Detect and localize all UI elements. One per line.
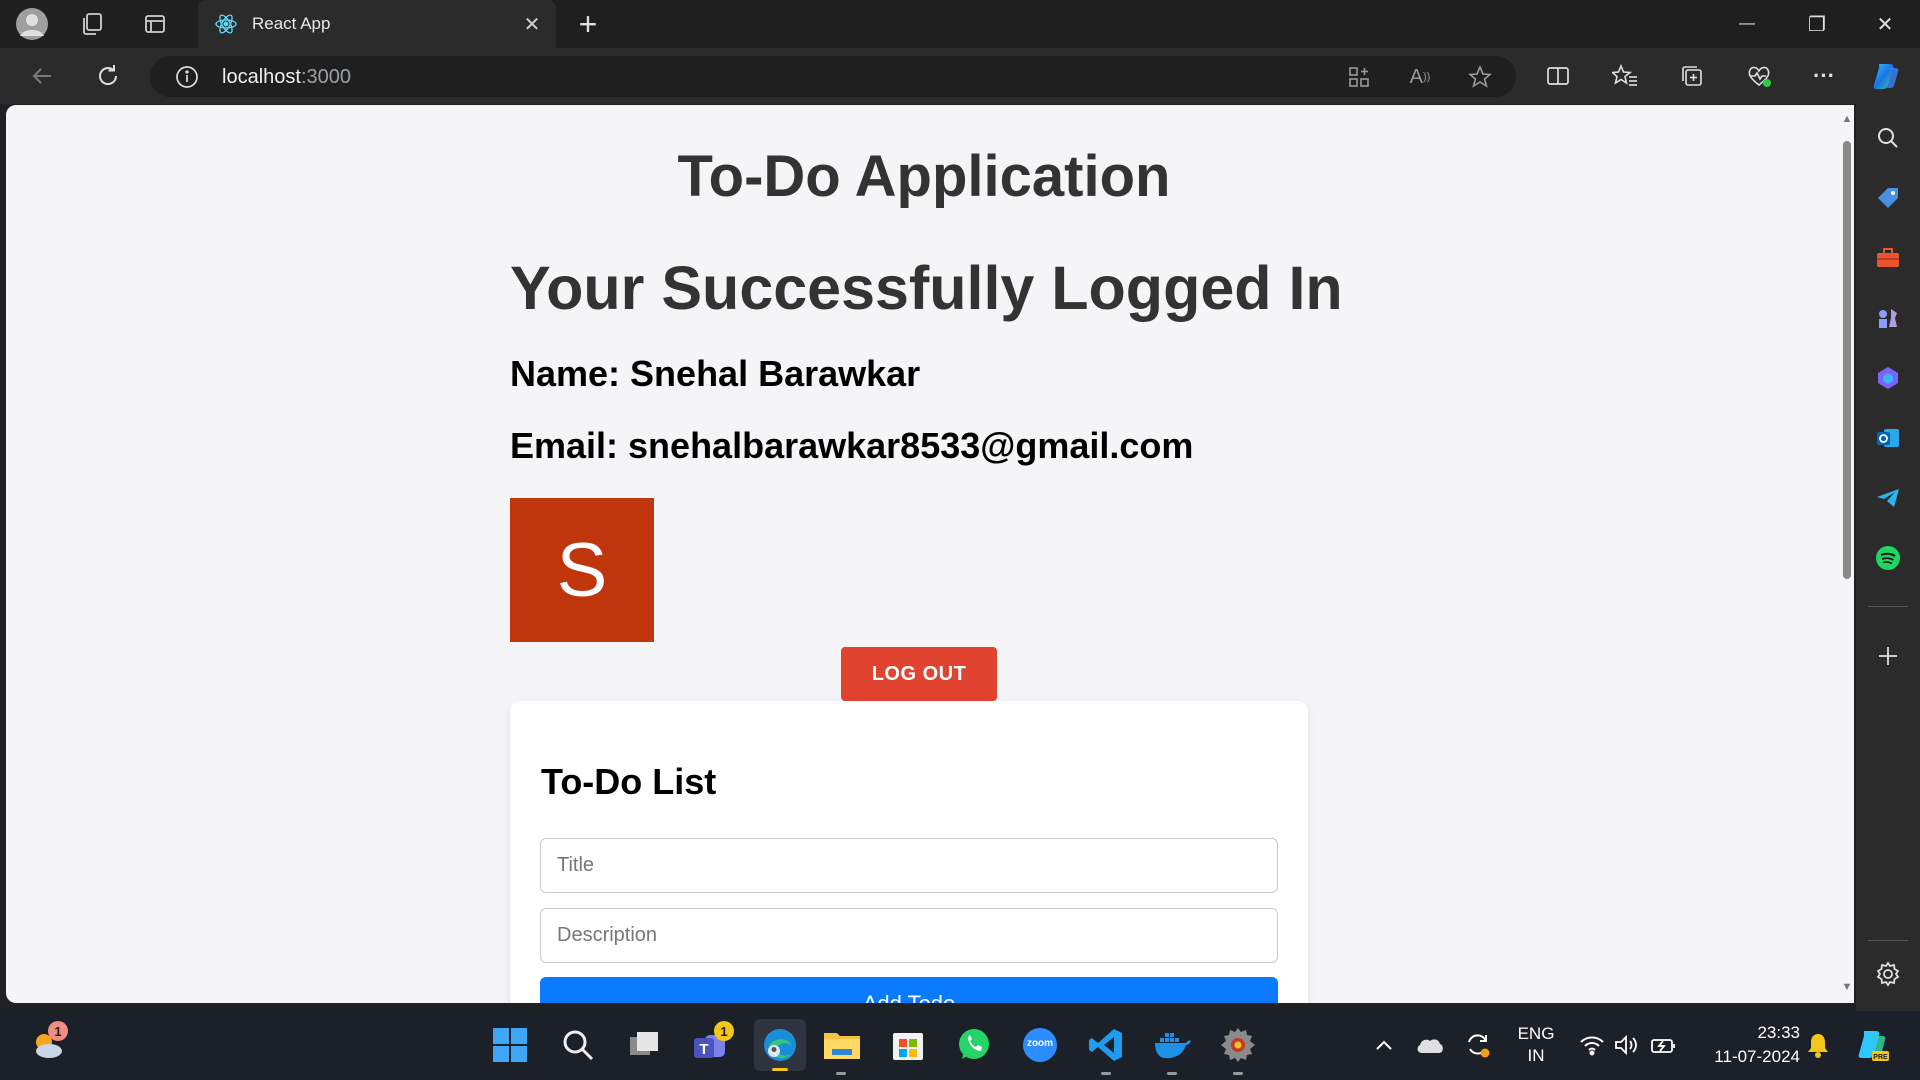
shopping-tag-icon[interactable] bbox=[1872, 182, 1904, 214]
clock-date: 11-07-2024 bbox=[1714, 1047, 1800, 1066]
vscode-indicator bbox=[1101, 1072, 1111, 1075]
sidebar-divider bbox=[1868, 606, 1908, 607]
weather-widget-icon[interactable]: 1 bbox=[26, 1021, 70, 1067]
windows-start-icon[interactable] bbox=[488, 1023, 532, 1067]
zoom-label: zoom bbox=[1026, 1038, 1054, 1049]
windows-taskbar: 1 T 1 zoom ENG IN 23:33 11-07-2024 PRE bbox=[0, 1011, 1920, 1080]
settings-gear-app-icon[interactable] bbox=[1216, 1023, 1260, 1075]
settings-app-indicator bbox=[1233, 1072, 1243, 1075]
browser-nav-bar: localhost:3000 A)) ··· bbox=[0, 48, 1920, 104]
teams-icon[interactable]: T 1 bbox=[688, 1021, 734, 1067]
workspaces-icon[interactable] bbox=[74, 6, 110, 42]
page-scrollbar[interactable]: ▲ ▼ bbox=[1840, 105, 1854, 1003]
page-viewport: To-Do Application Your Successfully Logg… bbox=[6, 105, 1854, 1003]
scroll-down-arrow-icon[interactable]: ▼ bbox=[1841, 981, 1853, 993]
copilot-icon[interactable] bbox=[1868, 58, 1904, 94]
docker-icon[interactable] bbox=[1150, 1023, 1194, 1075]
active-app-indicator bbox=[772, 1068, 788, 1071]
task-view-icon[interactable] bbox=[622, 1023, 666, 1067]
back-arrow-icon[interactable] bbox=[24, 58, 60, 94]
games-chess-icon[interactable] bbox=[1872, 302, 1904, 334]
sync-status-icon[interactable] bbox=[1456, 1023, 1500, 1067]
taskbar-search-icon[interactable] bbox=[556, 1023, 600, 1067]
scroll-thumb[interactable] bbox=[1843, 141, 1851, 579]
url-text[interactable]: localhost:3000 bbox=[222, 66, 351, 89]
todo-title-input[interactable] bbox=[540, 838, 1278, 893]
clock[interactable]: 23:33 11-07-2024 bbox=[1694, 1021, 1800, 1069]
new-tab-icon[interactable]: + bbox=[570, 6, 606, 42]
restore-icon[interactable]: ❐ bbox=[1782, 0, 1852, 48]
language-region: IN bbox=[1527, 1046, 1545, 1065]
active-tab[interactable]: React App ✕ bbox=[198, 0, 556, 48]
language-indicator[interactable]: ENG IN bbox=[1506, 1023, 1566, 1067]
teams-badge: 1 bbox=[714, 1021, 734, 1041]
weather-badge: 1 bbox=[48, 1021, 68, 1041]
tab-title: React App bbox=[252, 14, 331, 33]
telegram-send-icon[interactable] bbox=[1872, 482, 1904, 514]
svg-text:T: T bbox=[699, 1041, 708, 1058]
sidebar-settings-gear-icon[interactable] bbox=[1872, 958, 1904, 990]
split-screen-icon[interactable] bbox=[1540, 58, 1576, 94]
browser-essentials-icon[interactable] bbox=[1741, 58, 1777, 94]
sidebar-divider-bottom bbox=[1868, 940, 1908, 941]
app-title: To-Do Application bbox=[677, 144, 1171, 209]
read-aloud-icon[interactable]: A)) bbox=[1403, 60, 1437, 94]
collections-icon[interactable] bbox=[1674, 58, 1710, 94]
todo-card: To-Do List Add Todo bbox=[510, 701, 1308, 1003]
app-available-icon[interactable] bbox=[1342, 60, 1376, 94]
close-tab-icon[interactable]: ✕ bbox=[520, 12, 544, 36]
todo-list-heading: To-Do List bbox=[541, 761, 717, 802]
language-code: ENG bbox=[1517, 1024, 1555, 1043]
edge-sidebar bbox=[1856, 104, 1920, 1011]
add-sidebar-app-icon[interactable] bbox=[1872, 640, 1904, 672]
notification-bell-icon[interactable] bbox=[1796, 1023, 1840, 1067]
refresh-icon[interactable] bbox=[90, 58, 126, 94]
favorite-star-icon[interactable] bbox=[1463, 60, 1497, 94]
todo-description-input[interactable] bbox=[540, 908, 1278, 963]
more-options-icon[interactable]: ··· bbox=[1806, 58, 1842, 94]
microsoft-store-icon[interactable] bbox=[886, 1023, 930, 1067]
file-explorer-icon[interactable] bbox=[820, 1023, 864, 1075]
file-explorer-indicator bbox=[836, 1072, 846, 1075]
tools-briefcase-icon[interactable] bbox=[1872, 242, 1904, 274]
react-logo-icon bbox=[214, 12, 238, 36]
tab-actions-icon[interactable] bbox=[137, 6, 173, 42]
scroll-up-arrow-icon[interactable]: ▲ bbox=[1841, 113, 1853, 125]
whatsapp-icon[interactable] bbox=[952, 1023, 996, 1067]
battery-charging-icon[interactable] bbox=[1642, 1023, 1686, 1067]
vscode-icon[interactable] bbox=[1084, 1023, 1128, 1075]
profile-avatar-icon[interactable] bbox=[14, 6, 50, 42]
edge-browser-icon[interactable] bbox=[754, 1019, 806, 1071]
close-window-icon[interactable]: ✕ bbox=[1850, 0, 1920, 48]
address-bar[interactable]: localhost:3000 A)) bbox=[150, 56, 1516, 97]
user-email: Email: snehalbarawkar8533@gmail.com bbox=[510, 425, 1194, 466]
user-avatar: S bbox=[510, 498, 654, 642]
onedrive-cloud-icon[interactable] bbox=[1408, 1023, 1452, 1067]
user-name: Name: Snehal Barawkar bbox=[510, 353, 921, 394]
logout-button[interactable]: LOG OUT bbox=[841, 647, 997, 701]
url-port: :3000 bbox=[300, 66, 351, 88]
login-success-heading: Your Successfully Logged In bbox=[510, 254, 1343, 322]
minimize-icon[interactable]: — bbox=[1712, 0, 1782, 48]
browser-tab-bar: React App ✕ + — ❐ ✕ bbox=[0, 0, 1920, 48]
url-host: localhost bbox=[222, 66, 301, 88]
search-icon[interactable] bbox=[1872, 122, 1904, 154]
add-todo-button[interactable]: Add Todo bbox=[540, 977, 1278, 1003]
docker-indicator bbox=[1167, 1072, 1177, 1075]
zoom-icon[interactable]: zoom bbox=[1018, 1023, 1062, 1067]
show-hidden-icons-chevron-icon[interactable] bbox=[1362, 1023, 1406, 1067]
microsoft-365-icon[interactable] bbox=[1872, 362, 1904, 394]
clock-time: 23:33 bbox=[1757, 1023, 1800, 1042]
outlook-icon[interactable] bbox=[1872, 422, 1904, 454]
site-info-icon[interactable] bbox=[170, 60, 204, 94]
copilot-preview-icon[interactable]: PRE bbox=[1850, 1023, 1894, 1067]
svg-text:PRE: PRE bbox=[1873, 1054, 1888, 1061]
spotify-icon[interactable] bbox=[1872, 542, 1904, 574]
favorites-icon[interactable] bbox=[1607, 58, 1643, 94]
